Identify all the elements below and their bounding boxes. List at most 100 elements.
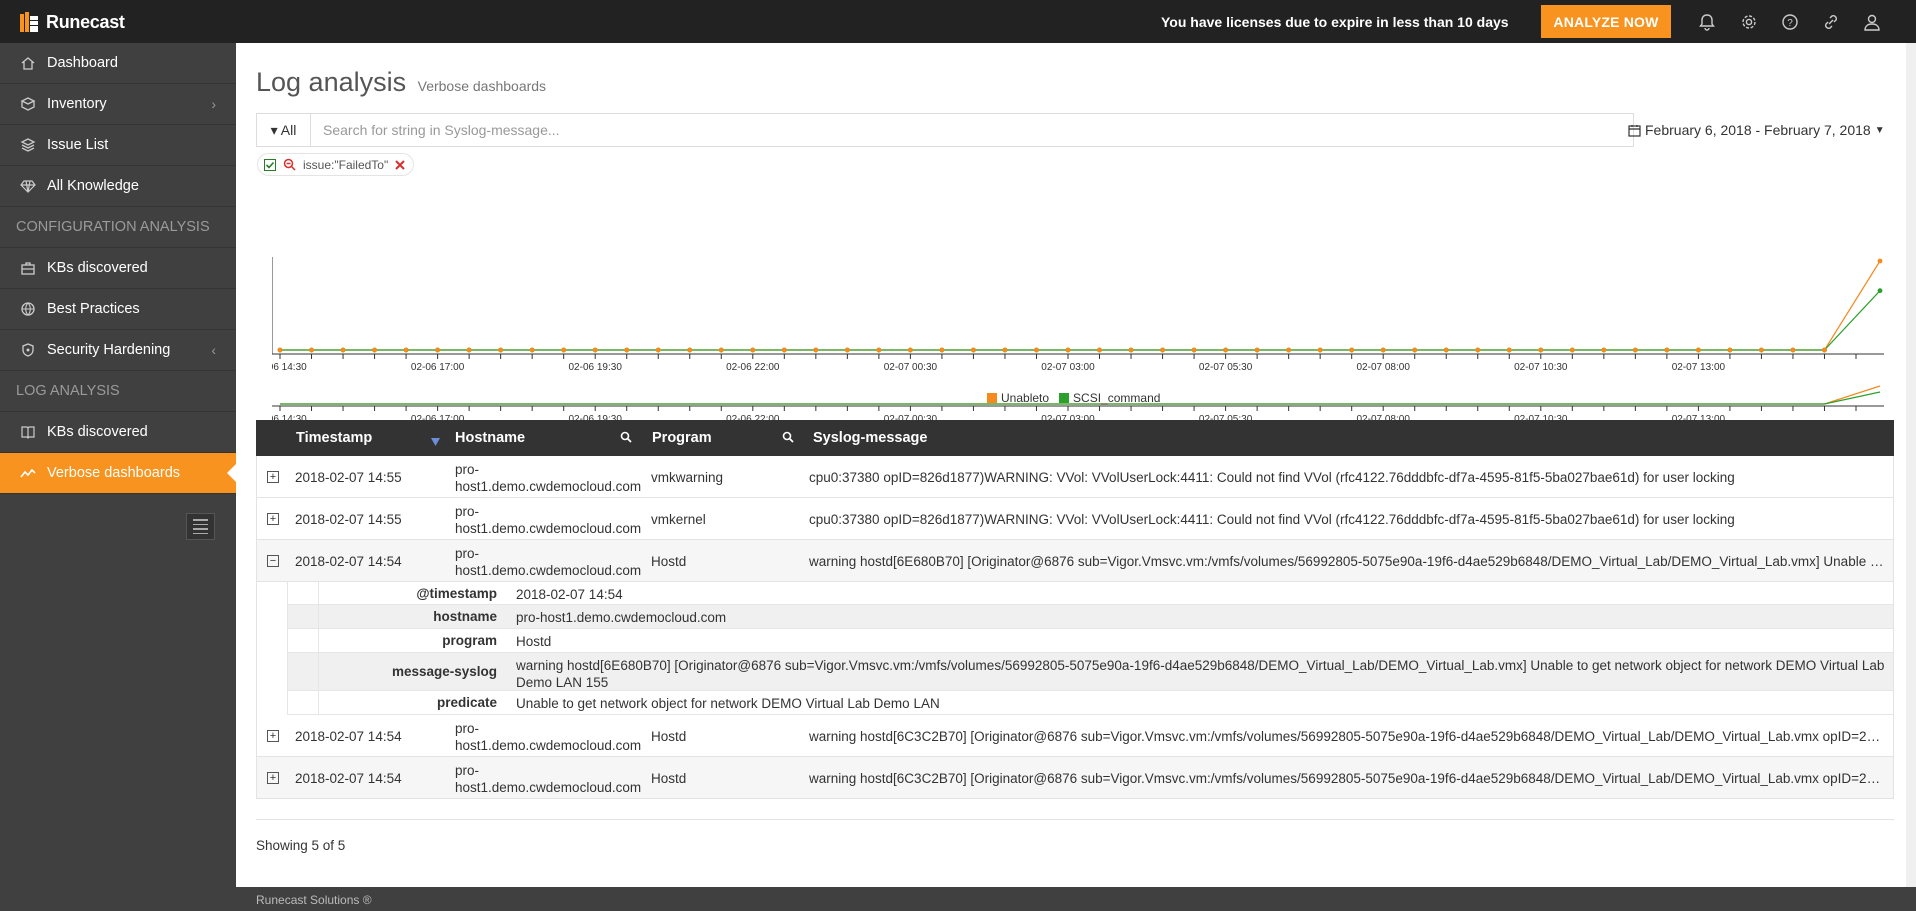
- chart-legend: Unableto SCSI_command: [987, 391, 1160, 405]
- hostname-line2: host1.demo.cwdemocloud.com: [455, 780, 642, 795]
- scope-dropdown[interactable]: ▾ All: [256, 113, 311, 147]
- data-point: [1727, 347, 1733, 353]
- cube-icon: [19, 95, 37, 113]
- table-row[interactable]: − 2018-02-07 14:54 pro-host1.demo.cwdemo…: [256, 540, 1894, 582]
- hostname-line2: host1.demo.cwdemocloud.com: [455, 521, 642, 536]
- col-hostname[interactable]: Hostname: [455, 430, 525, 446]
- remove-filter-icon[interactable]: [395, 159, 405, 170]
- sidebar-item-config-kbs[interactable]: KBs discovered: [0, 248, 236, 289]
- cell-timestamp: 2018-02-07 14:55: [295, 470, 402, 485]
- col-syslog-message[interactable]: Syslog-message: [813, 430, 927, 446]
- sidebar-item-best-practices[interactable]: Best Practices: [0, 289, 236, 330]
- x-tick-label: 02-06 19:30: [569, 362, 623, 373]
- sort-desc-icon[interactable]: [431, 434, 440, 450]
- checkbox-checked-icon[interactable]: [264, 158, 276, 171]
- data-point: [1443, 347, 1449, 353]
- bell-icon[interactable]: [1696, 11, 1718, 33]
- home-icon: [19, 54, 37, 72]
- detail-key: hostname: [318, 605, 505, 628]
- table-row[interactable]: + 2018-02-07 14:54 pro-host1.demo.cwdemo…: [256, 715, 1894, 757]
- chevron-right-icon: ›: [211, 96, 216, 112]
- sidebar-item-label: All Knowledge: [47, 178, 139, 194]
- x-tick-label: 02-07 03:00: [1041, 362, 1095, 373]
- legend-swatch: [987, 393, 997, 403]
- legend-label: Unableto: [1001, 391, 1050, 405]
- data-point: [1286, 347, 1292, 353]
- link-icon[interactable]: [1820, 11, 1842, 33]
- zoom-out-icon[interactable]: [283, 158, 296, 171]
- sidebar-item-security-hardening[interactable]: Security Hardening ‹: [0, 330, 236, 371]
- cell-program: vmkwarning: [651, 470, 724, 485]
- data-point: [1349, 347, 1355, 353]
- sidebar-item-log-kbs[interactable]: KBs discovered: [0, 412, 236, 453]
- legend-item-scsi-command[interactable]: SCSI_command: [1059, 391, 1160, 405]
- sidebar-item-verbose-dashboards[interactable]: Verbose dashboards: [0, 453, 237, 494]
- sidebar-item-label: Inventory: [47, 96, 107, 112]
- data-point: [340, 347, 346, 353]
- cell-hostname: pro-host1.demo.cwdemocloud.com: [455, 461, 641, 495]
- legend-item-unableto[interactable]: Unableto: [987, 391, 1049, 405]
- data-point: [939, 347, 945, 353]
- data-point: [1128, 347, 1134, 353]
- table-row[interactable]: + 2018-02-07 14:55 pro-host1.demo.cwdemo…: [256, 456, 1894, 498]
- table-row[interactable]: + 2018-02-07 14:55 pro-host1.demo.cwdemo…: [256, 498, 1894, 540]
- cell-timestamp: 2018-02-07 14:54: [295, 771, 402, 786]
- gear-icon[interactable]: [1738, 11, 1760, 33]
- x-tick-label: 02-07 08:00: [1357, 362, 1411, 373]
- col-program[interactable]: Program: [652, 430, 712, 446]
- runecast-logo[interactable]: Runecast: [18, 8, 125, 36]
- cell-timestamp: 2018-02-07 14:55: [295, 512, 402, 527]
- runecast-logo-icon: [20, 12, 38, 32]
- collapse-icon[interactable]: −: [267, 555, 279, 567]
- sidebar-item-inventory[interactable]: Inventory ›: [0, 84, 236, 125]
- sidebar-item-label: KBs discovered: [47, 424, 148, 440]
- user-icon[interactable]: [1861, 11, 1883, 33]
- menu-toggle-button[interactable]: [186, 513, 215, 540]
- sidebar-item-dashboard[interactable]: Dashboard: [0, 43, 236, 84]
- data-point: [1538, 347, 1544, 353]
- cell-program: Hostd: [651, 729, 687, 744]
- search-icon[interactable]: [620, 431, 632, 447]
- data-point: [1160, 347, 1165, 353]
- data-point: [781, 347, 787, 353]
- section-configuration-analysis: CONFIGURATION ANALYSIS: [0, 207, 236, 248]
- date-range-picker[interactable]: February 6, 2018 - February 7, 2018 ▼: [1628, 122, 1885, 138]
- license-notice[interactable]: You have licenses due to expire in less …: [1161, 14, 1509, 30]
- expand-icon[interactable]: +: [267, 471, 279, 483]
- data-point: [466, 347, 472, 353]
- calendar-icon: [1628, 124, 1641, 137]
- detail-value: Hostd: [516, 634, 552, 649]
- data-point: [1759, 347, 1764, 353]
- data-point: [1065, 347, 1071, 353]
- data-point: [718, 347, 724, 353]
- expand-icon[interactable]: +: [267, 772, 279, 784]
- page-scrollbar[interactable]: [1906, 43, 1916, 887]
- analyze-now-button[interactable]: ANALYZE NOW: [1541, 5, 1671, 38]
- data-point: [1317, 347, 1323, 353]
- data-point: [750, 347, 756, 353]
- sidebar-item-all-knowledge[interactable]: All Knowledge: [0, 166, 236, 207]
- expand-icon[interactable]: +: [267, 730, 279, 742]
- footer: Runecast Solutions ®: [236, 887, 1916, 911]
- cell-message: cpu0:37380 opID=826d1877)WARNING: VVol: …: [809, 512, 1735, 527]
- help-icon[interactable]: ?: [1779, 11, 1801, 33]
- top-bar: Runecast You have licenses due to expire…: [0, 0, 1916, 43]
- col-timestamp[interactable]: Timestamp: [296, 430, 372, 446]
- data-point: [687, 347, 693, 353]
- data-point: [1696, 347, 1701, 353]
- expand-icon[interactable]: +: [267, 513, 279, 525]
- main-content: Log analysis Verbose dashboards ▾ All Fe…: [236, 43, 1916, 887]
- data-point: [1506, 347, 1512, 353]
- sidebar-item-label: Issue List: [47, 137, 109, 153]
- cell-hostname: pro-host1.demo.cwdemocloud.com: [455, 545, 641, 579]
- x-tick-label: 02-07 00:30: [884, 362, 938, 373]
- syslog-search-input[interactable]: [311, 113, 1634, 147]
- data-point: [1664, 347, 1670, 353]
- data-point: [655, 347, 661, 353]
- table-row[interactable]: + 2018-02-07 14:54 pro-host1.demo.cwdemo…: [256, 757, 1894, 799]
- data-point: [1380, 347, 1386, 353]
- page-title: Log analysis Verbose dashboards: [256, 67, 546, 98]
- sidebar-item-issue-list[interactable]: Issue List: [0, 125, 236, 166]
- search-icon[interactable]: [782, 431, 794, 447]
- data-point: [624, 347, 630, 353]
